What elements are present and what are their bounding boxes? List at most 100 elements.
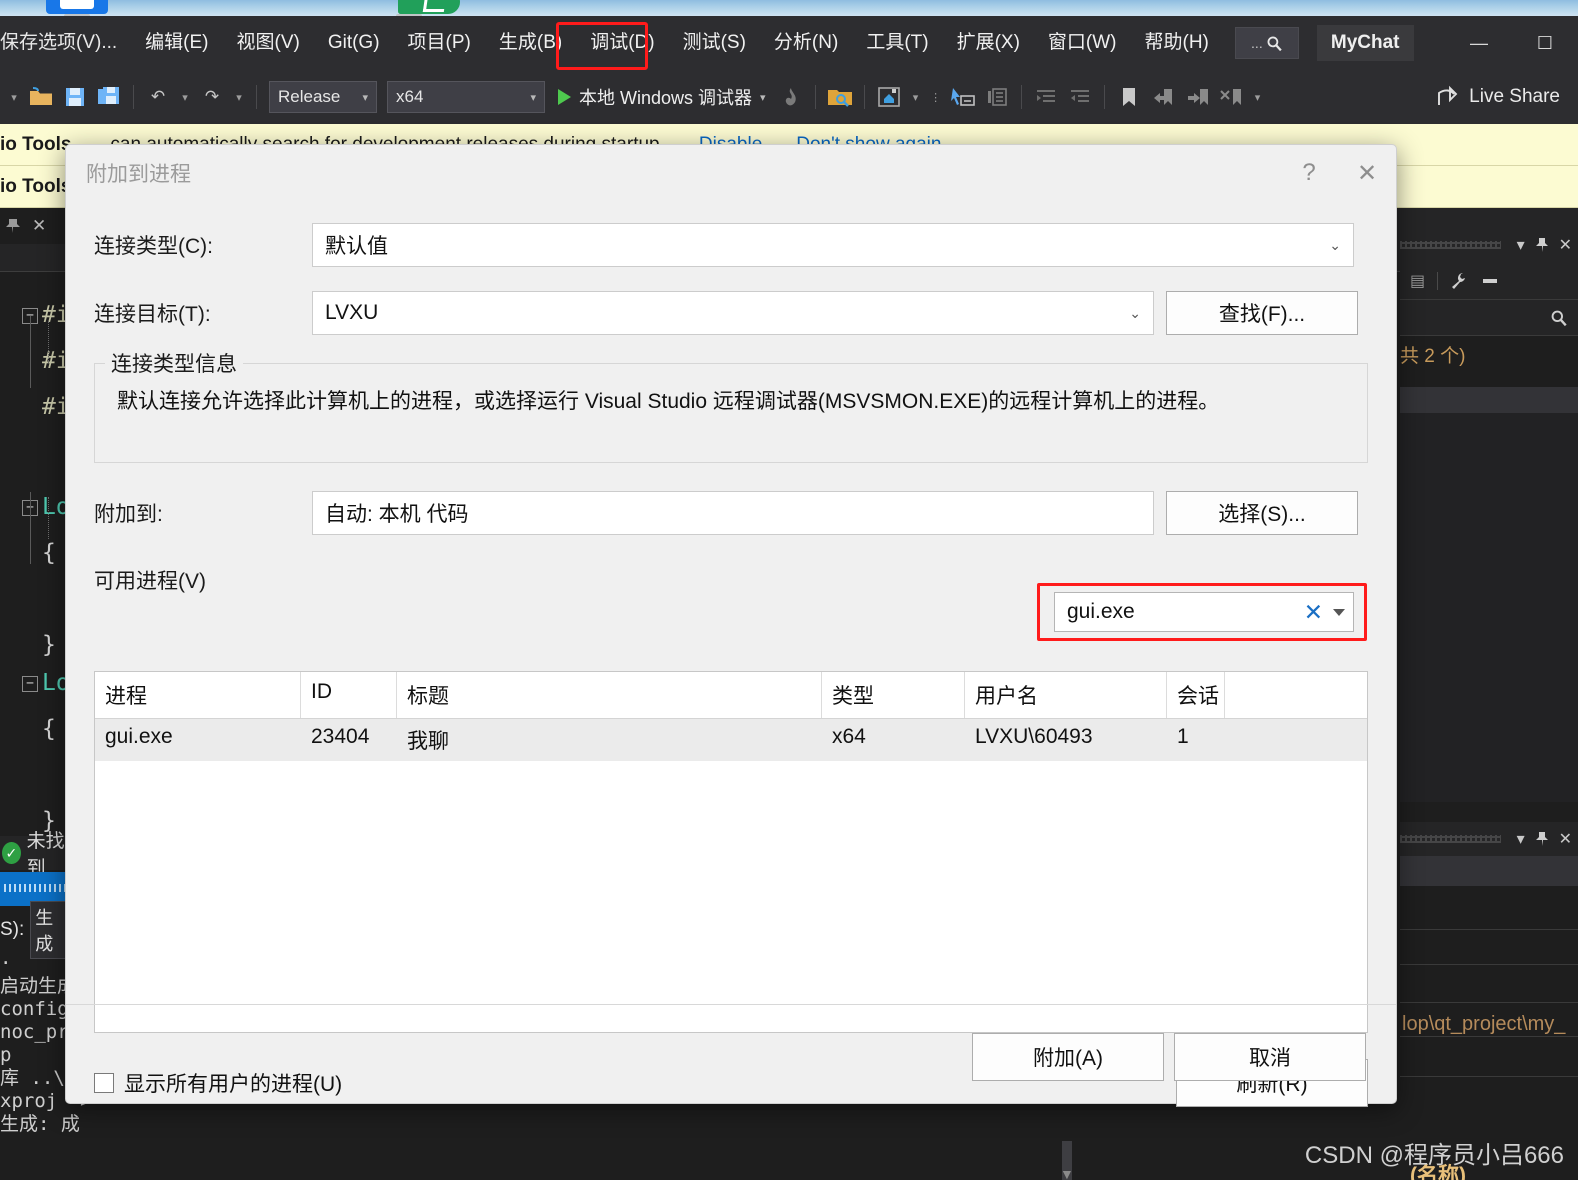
find-button[interactable]: 查找(F)... xyxy=(1166,291,1358,335)
wrench-icon[interactable] xyxy=(1450,272,1470,290)
pin-icon[interactable] xyxy=(1535,831,1549,847)
menu-window[interactable]: 窗口(W) xyxy=(1034,16,1131,70)
success-icon: ✓ xyxy=(2,842,21,864)
help-button[interactable]: ? xyxy=(1280,145,1338,201)
cancel-button[interactable]: 取消 xyxy=(1174,1033,1366,1081)
attach-to-label: 附加到: xyxy=(94,503,163,526)
drag-handle[interactable] xyxy=(1400,835,1501,843)
chevron-down-icon[interactable]: ▾ xyxy=(1517,235,1525,255)
menu-edit[interactable]: 编辑(E) xyxy=(131,16,222,70)
menu-extensions[interactable]: 扩展(X) xyxy=(943,16,1034,70)
connection-target-combo[interactable]: LVXU ⌄ xyxy=(312,291,1154,335)
scroll-down-arrow-icon[interactable]: ▼ xyxy=(1060,1166,1074,1180)
connection-info-group-label: 连接类型信息 xyxy=(105,348,243,378)
close-icon[interactable]: ✕ xyxy=(1559,235,1572,255)
select-button[interactable]: 选择(S)... xyxy=(1166,491,1358,535)
process-filter-input[interactable]: gui.exe ✕ xyxy=(1054,592,1354,632)
available-processes-section: 可用进程(V) gui.exe ✕ 进程 ID 标题 类型 用户名 会话 gui… xyxy=(94,565,1368,1107)
maximize-button[interactable]: ☐ xyxy=(1512,16,1578,70)
menu-git[interactable]: Git(G) xyxy=(314,16,394,70)
solution-search-box[interactable] xyxy=(1400,300,1578,336)
menu-project[interactable]: 项目(P) xyxy=(394,16,485,70)
menu-analyze[interactable]: 分析(N) xyxy=(760,16,852,70)
save-all-icon[interactable] xyxy=(92,80,126,114)
pin-icon[interactable] xyxy=(4,217,22,235)
column-header-id[interactable]: ID xyxy=(301,672,397,718)
redo-icon[interactable]: ↷ xyxy=(195,80,229,114)
column-header-type[interactable]: 类型 xyxy=(822,672,965,718)
close-icon[interactable]: ✕ xyxy=(1559,829,1572,849)
desktop-background-strip xyxy=(0,0,1578,16)
live-share-button[interactable]: Live Share xyxy=(1435,85,1578,109)
clear-bookmarks-icon[interactable] xyxy=(1214,80,1248,114)
cell-username: LVXU\60493 xyxy=(975,725,1093,748)
table-row[interactable]: gui.exe 23404 我聊 x64 LVXU\60493 1 xyxy=(95,719,1367,761)
menu-view[interactable]: 视图(V) xyxy=(223,16,314,70)
save-icon[interactable] xyxy=(58,80,92,114)
column-header-title[interactable]: 标题 xyxy=(397,672,822,718)
navigate-to-icon[interactable] xyxy=(946,80,980,114)
toolbar-separator xyxy=(1020,85,1022,109)
column-header-process[interactable]: 进程 xyxy=(95,672,301,718)
start-debugging-button[interactable]: 本地 Windows 调试器 ▾ xyxy=(550,84,774,110)
next-bookmark-icon[interactable] xyxy=(1180,80,1214,114)
document-tab[interactable]: ✕ xyxy=(0,208,68,244)
chevron-down-icon[interactable]: ▾ xyxy=(760,91,766,104)
menu-tools[interactable]: 工具(T) xyxy=(852,16,942,70)
column-header-session[interactable]: 会话 xyxy=(1167,672,1225,718)
connection-info-text: 默认连接允许选择此计算机上的进程，或选择运行 Visual Studio 远程调… xyxy=(117,390,1220,413)
clear-icon[interactable]: ✕ xyxy=(1304,599,1323,626)
undo-dropdown-icon[interactable]: ▾ xyxy=(175,80,195,114)
quick-launch-search[interactable]: ... xyxy=(1234,27,1299,59)
show-all-users-checkbox[interactable] xyxy=(94,1073,114,1093)
toolbar-overflow-icon[interactable]: ▾ xyxy=(1248,80,1268,114)
chevron-down-icon: ⌄ xyxy=(1329,236,1341,253)
toolbar-separator xyxy=(133,85,134,109)
show-all-users-label[interactable]: 显示所有用户的进程(U) xyxy=(124,1068,342,1098)
solution-selected-row[interactable] xyxy=(1400,387,1578,413)
decrease-indent-icon[interactable] xyxy=(1063,80,1097,114)
menu-save-options[interactable]: 保存选项(V)... xyxy=(0,16,131,70)
chevron-down-icon[interactable]: ▾ xyxy=(1517,829,1525,849)
home-window-icon[interactable] xyxy=(872,80,906,114)
code-bracket-guide xyxy=(30,316,31,388)
home-dropdown-icon[interactable]: ▾ xyxy=(906,80,926,114)
close-button[interactable]: ✕ xyxy=(1338,145,1396,201)
right-panel-top-gap xyxy=(1400,208,1578,228)
comment-icon[interactable] xyxy=(980,80,1014,114)
attach-to-process-dialog: 附加到进程 ? ✕ 连接类型(C): 默认值 ⌄ 连接目标(T): LVXU ⌄… xyxy=(65,144,1397,1107)
menu-help[interactable]: 帮助(H) xyxy=(1131,16,1223,70)
connection-type-combo[interactable]: 默认值 ⌄ xyxy=(312,223,1354,267)
redo-dropdown-icon[interactable]: ▾ xyxy=(229,80,249,114)
increase-indent-icon[interactable] xyxy=(1029,80,1063,114)
connection-type-row: 连接类型(C): 默认值 ⌄ xyxy=(94,223,1368,267)
menu-debug[interactable]: 调试(D) xyxy=(576,16,668,70)
collapse-icon[interactable] xyxy=(1482,276,1500,286)
undo-icon[interactable]: ↶ xyxy=(141,80,175,114)
pin-icon[interactable] xyxy=(1535,237,1549,253)
open-folder-icon[interactable] xyxy=(24,80,58,114)
toolbar-overflow-chevron-icon[interactable]: ▾ xyxy=(4,80,24,114)
close-tab-icon[interactable]: ✕ xyxy=(32,216,46,236)
hot-reload-icon[interactable] xyxy=(774,80,808,114)
standard-toolbar: ▾ ↶ ▾ ↷ ▾ Release ▾ x64 ▾ 本地 Windows 调试器… xyxy=(0,70,1578,124)
properties-window-icon[interactable]: ▤ xyxy=(1410,271,1425,291)
platform-combo[interactable]: x64 ▾ xyxy=(387,81,545,113)
menu-build[interactable]: 生成(B) xyxy=(485,16,576,70)
process-table[interactable]: 进程 ID 标题 类型 用户名 会话 gui.exe 23404 我聊 x64 … xyxy=(94,671,1368,1033)
previous-bookmark-icon[interactable] xyxy=(1146,80,1180,114)
menu-test[interactable]: 测试(S) xyxy=(669,16,760,70)
find-in-files-icon[interactable] xyxy=(823,80,857,114)
fold-toggle-icon[interactable]: − xyxy=(22,675,38,692)
play-icon xyxy=(558,89,571,105)
bookmark-icon[interactable] xyxy=(1112,80,1146,114)
configuration-combo[interactable]: Release ▾ xyxy=(269,81,377,113)
minimize-button[interactable]: — xyxy=(1446,16,1512,70)
mychat-button[interactable]: MyChat xyxy=(1316,25,1414,61)
properties-grid-line xyxy=(1400,929,1578,930)
column-header-username[interactable]: 用户名 xyxy=(965,672,1167,718)
chevron-down-icon[interactable] xyxy=(1333,608,1345,616)
attach-button[interactable]: 附加(A) xyxy=(972,1033,1164,1081)
drag-handle[interactable] xyxy=(1400,241,1501,249)
process-table-header: 进程 ID 标题 类型 用户名 会话 xyxy=(95,672,1367,719)
